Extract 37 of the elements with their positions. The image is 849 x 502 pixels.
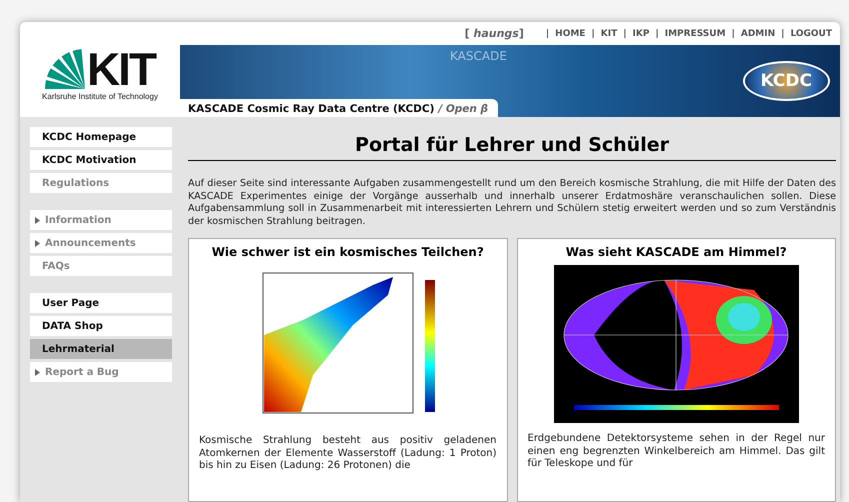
sidebar-item[interactable]: Regulations xyxy=(30,173,172,193)
link-separator: | xyxy=(781,28,784,38)
sidebar-item[interactable]: KCDC Motivation xyxy=(30,150,172,170)
sidebar-item[interactable]: Information xyxy=(30,210,172,230)
nav-link[interactable]: HOME xyxy=(555,28,586,38)
card-title[interactable]: Wie schwer ist ein kosmisches Teilchen? xyxy=(212,245,484,259)
fan-logo-icon xyxy=(44,49,85,89)
sidebar-item[interactable]: Lehrmaterial xyxy=(30,339,172,359)
page-title: Portal für Lehrer und Schüler xyxy=(188,134,836,161)
link-separator: | xyxy=(655,28,659,38)
nav-link[interactable]: ADMIN xyxy=(740,28,776,38)
logo-caption: Karlsruhe Institute of Technology xyxy=(42,92,158,101)
triangle-icon xyxy=(35,240,40,246)
nav-link[interactable]: KIT xyxy=(600,28,618,38)
sidebar-item[interactable]: FAQs xyxy=(30,256,172,276)
card-text: Kosmische Strahlung besteht aus positiv geladenen Atomkernen der Elemente Wasserstoff (Ladung: 1 Proton) bis hin zu Eisen (Ladung: 26 Protonen) die xyxy=(199,435,496,472)
nav-link[interactable]: IKP xyxy=(632,28,650,38)
card-title[interactable]: Was sieht KASCADE am Himmel? xyxy=(566,245,787,259)
card-text: Erdgebundene Detektorsysteme sehen in der Regel nur einen eng begrenzten Winkelbereich am Himmel. Das gilt für Teleskope und für xyxy=(528,433,825,470)
logo-text: KIT xyxy=(86,48,156,90)
sidebar-item[interactable]: DATA Shop xyxy=(30,316,172,336)
sidebar-item[interactable]: KCDC Homepage xyxy=(30,127,172,147)
nav-link[interactable]: LOGOUT xyxy=(790,28,832,38)
link-separator: | xyxy=(732,28,735,38)
sidebar-item[interactable]: Report a Bug xyxy=(30,362,172,382)
user-name: [ haungs] xyxy=(464,27,524,40)
intro-paragraph: Auf dieser Seite sind interessante Aufgaben zusammengestellt rund um den Bereich kosmische Strahlung, die mit Hilfe der Daten des KASCADE Experimentes einige der Vorgänge ausserhalb und innerhalb unserer Erdatmoshäre veranschaulichen sollen. Diese Aufgabensammlung soll in Zusammenarbeit mit interessierten Lehrern und Schülern stetig erweitert werden und so zum Verständnis der kosmischen Strahlung beitragen. xyxy=(188,178,836,228)
sidebar-item[interactable]: User Page xyxy=(30,293,172,313)
triangle-icon xyxy=(35,368,40,376)
nav-link[interactable]: IMPRESSUM xyxy=(664,28,726,38)
link-separator: | xyxy=(623,28,627,38)
link-separator: | xyxy=(591,28,595,38)
site-title: KASCADE Cosmic Ray Data Centre (KCDC) / Open β xyxy=(180,99,498,117)
link-separator: | xyxy=(546,28,550,38)
banner-watermark: KASCADE xyxy=(450,49,507,63)
sidebar-item[interactable]: Announcements xyxy=(30,233,172,253)
triangle-icon xyxy=(35,216,40,224)
